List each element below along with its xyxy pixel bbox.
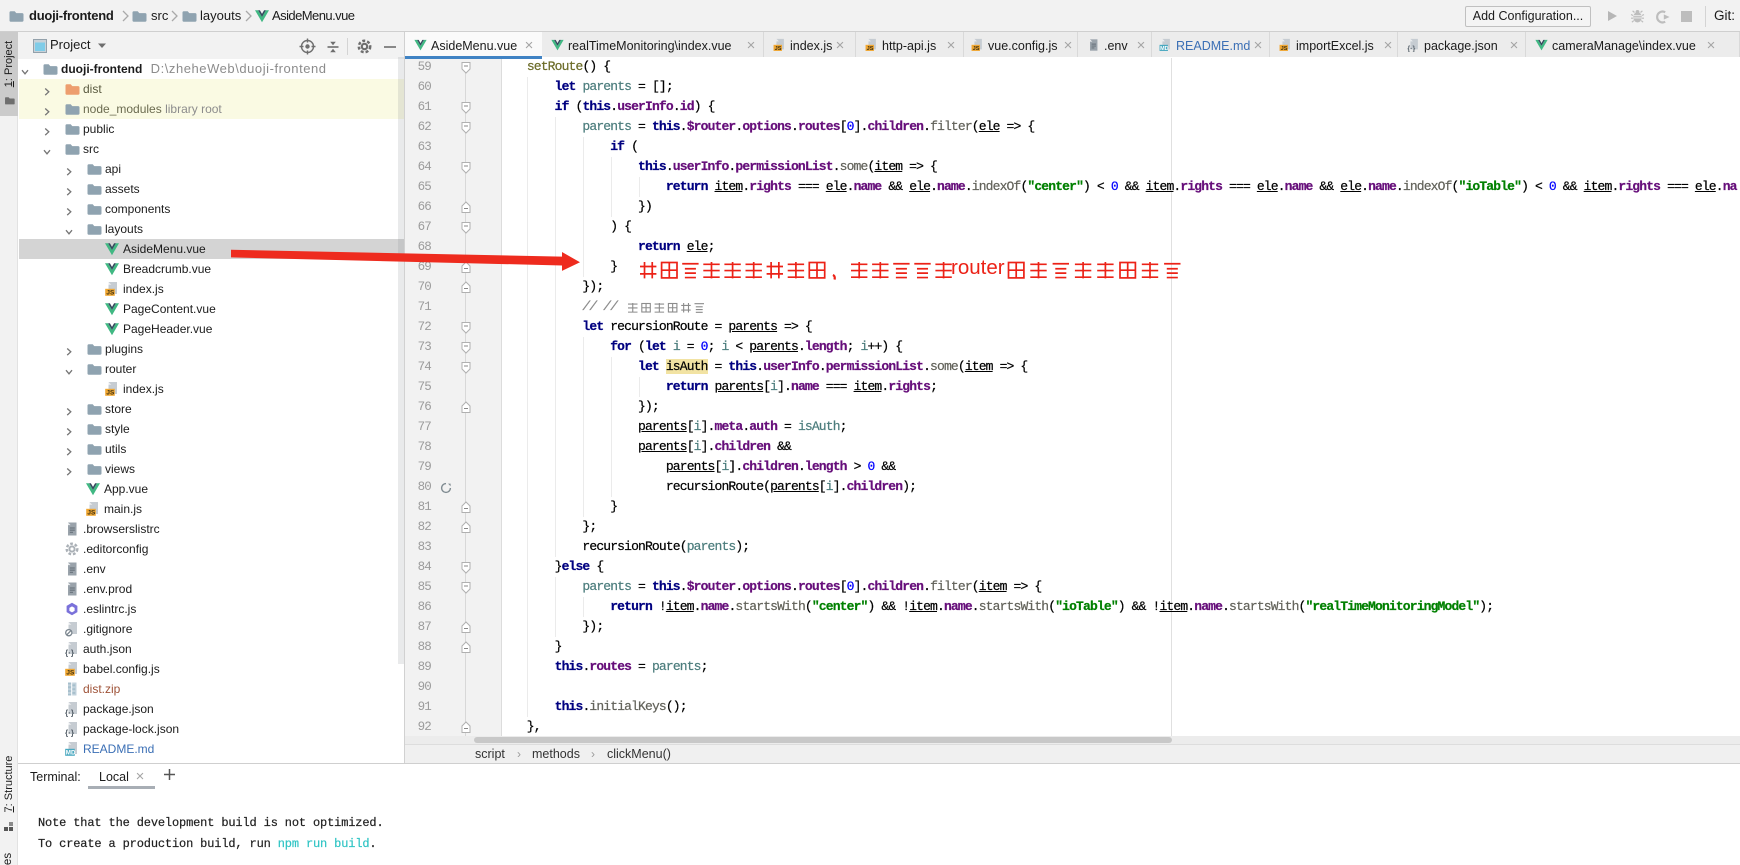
svg-text:{·}: {·} — [65, 649, 75, 657]
svg-text:JS: JS — [867, 46, 874, 52]
svg-text:JS: JS — [973, 46, 980, 52]
svg-text:{·}: {·} — [65, 709, 75, 717]
svg-text:MD: MD — [66, 750, 76, 757]
svg-text:JS: JS — [87, 510, 96, 517]
svg-text:JS: JS — [106, 390, 115, 397]
svg-text:JS: JS — [775, 46, 782, 52]
svg-text:JS: JS — [1281, 46, 1288, 52]
svg-text:{·}: {·} — [1407, 45, 1415, 52]
svg-text:JS: JS — [106, 290, 115, 297]
svg-text:MD: MD — [1160, 46, 1169, 52]
svg-text:{·}: {·} — [65, 729, 75, 737]
svg-text:JS: JS — [66, 670, 75, 677]
